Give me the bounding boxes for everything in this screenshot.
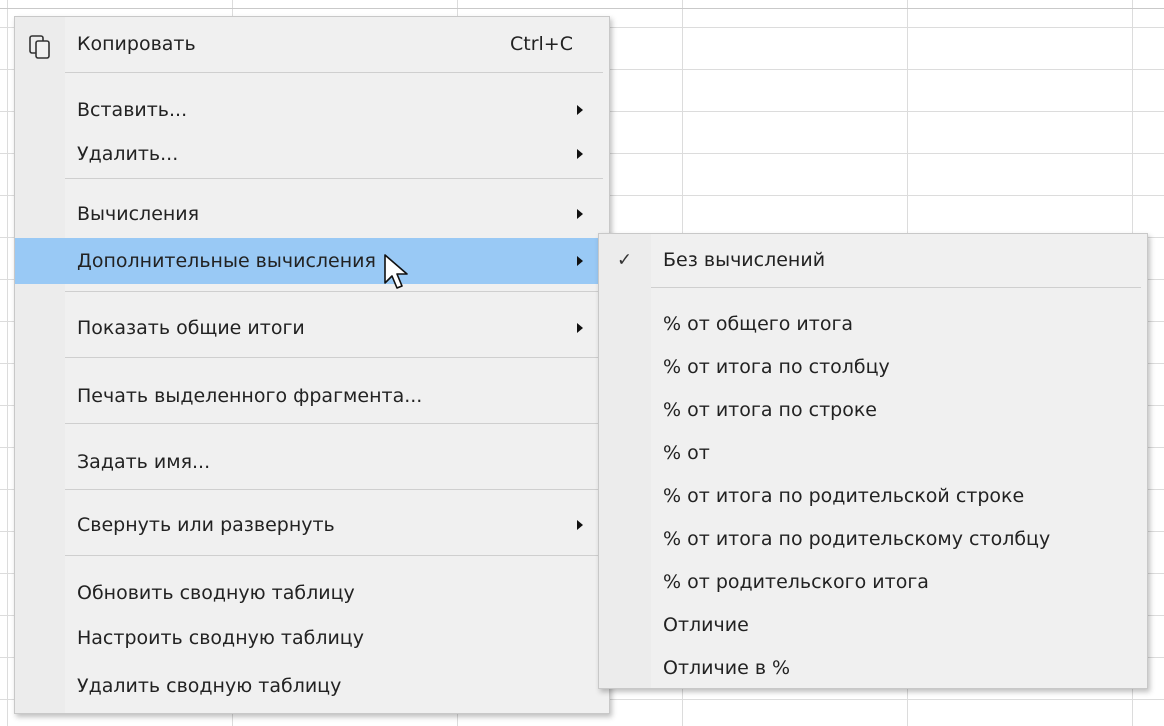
submenu-item-percent-grand-total[interactable]: % от общего итога [599,302,1147,345]
submenu-arrow-icon [577,256,583,266]
submenu-item-difference-percent[interactable]: Отличие в % [599,646,1147,689]
submenu-item-difference[interactable]: Отличие [599,603,1147,646]
menu-item-insert[interactable]: Вставить... [15,87,609,133]
shortcut-label: Ctrl+C [510,33,573,55]
menu-item-label: Удалить сводную таблицу [77,675,342,697]
submenu-arrow-icon [577,520,583,530]
submenu-item-label: % от итога по столбцу [663,355,890,378]
submenu-arrow-icon [577,209,583,219]
menu-separator [65,72,603,73]
menu-item-collapse-expand[interactable]: Свернуть или развернуть [15,502,609,548]
menu-separator [65,291,603,292]
menu-separator [65,423,603,424]
submenu-item-label: % от итога по родительской строке [663,484,1025,507]
submenu-item-label: % от [663,441,710,464]
menu-item-label: Свернуть или развернуть [77,514,335,536]
submenu-arrow-icon [577,149,583,159]
menu-separator [65,489,603,490]
submenu-item-percent-row-total[interactable]: % от итога по строке [599,388,1147,431]
menu-item-label: Печать выделенного фрагмента... [77,385,423,407]
context-menu: Копировать Ctrl+C Вставить... Удалить...… [14,16,610,714]
menu-item-delete[interactable]: Удалить... [15,131,609,177]
submenu-item-percent-parent-column[interactable]: % от итога по родительскому столбцу [599,517,1147,560]
menu-item-label: Дополнительные вычисления [77,250,376,272]
menu-item-delete-pivot[interactable]: Удалить сводную таблицу [15,663,609,709]
submenu-separator [651,287,1141,288]
menu-item-show-grand-totals[interactable]: Показать общие итоги [15,305,609,351]
submenu-arrow-icon [577,323,583,333]
menu-item-label: Удалить... [77,143,179,165]
menu-item-label: Показать общие итоги [77,317,305,339]
menu-item-refresh-pivot[interactable]: Обновить сводную таблицу [15,570,609,616]
menu-item-label: Копировать [77,33,196,55]
menu-item-label: Настроить сводную таблицу [77,627,364,649]
sheet-top-border [0,8,1164,9]
submenu-item-percent-column-total[interactable]: % от итога по столбцу [599,345,1147,388]
menu-item-additional-calculations[interactable]: Дополнительные вычисления [15,238,609,284]
menu-item-label: Обновить сводную таблицу [77,582,355,604]
submenu-item-label: % от итога по родительскому столбцу [663,527,1051,550]
submenu-item-label: % от общего итога [663,312,854,335]
submenu-item-label: % от итога по строке [663,398,877,421]
menu-separator [65,357,603,358]
menu-item-calculations[interactable]: Вычисления [15,191,609,237]
additional-calculations-submenu: ✓ Без вычислений % от общего итога % от … [598,233,1148,689]
menu-item-print-selection[interactable]: Печать выделенного фрагмента... [15,373,609,419]
submenu-item-percent-parent-total[interactable]: % от родительского итога [599,560,1147,603]
submenu-item-label: % от родительского итога [663,570,929,593]
menu-item-define-name[interactable]: Задать имя... [15,439,609,485]
submenu-item-no-calculation[interactable]: ✓ Без вычислений [599,238,1147,281]
submenu-item-label: Отличие в % [663,656,791,679]
submenu-item-percent-parent-row[interactable]: % от итога по родительской строке [599,474,1147,517]
copy-icon [29,35,50,59]
submenu-item-label: Отличие [663,613,749,636]
menu-item-label: Задать имя... [77,451,211,473]
mouse-cursor-icon [384,254,408,289]
submenu-arrow-icon [577,105,583,115]
submenu-item-percent-of[interactable]: % от [599,431,1147,474]
menu-separator [65,178,603,179]
menu-item-copy[interactable]: Копировать Ctrl+C [15,21,609,67]
menu-separator [65,555,603,556]
menu-item-configure-pivot[interactable]: Настроить сводную таблицу [15,615,609,661]
submenu-item-label: Без вычислений [663,248,826,271]
menu-item-label: Вычисления [77,203,200,225]
checkmark-icon: ✓ [617,249,633,270]
menu-item-label: Вставить... [77,99,188,121]
